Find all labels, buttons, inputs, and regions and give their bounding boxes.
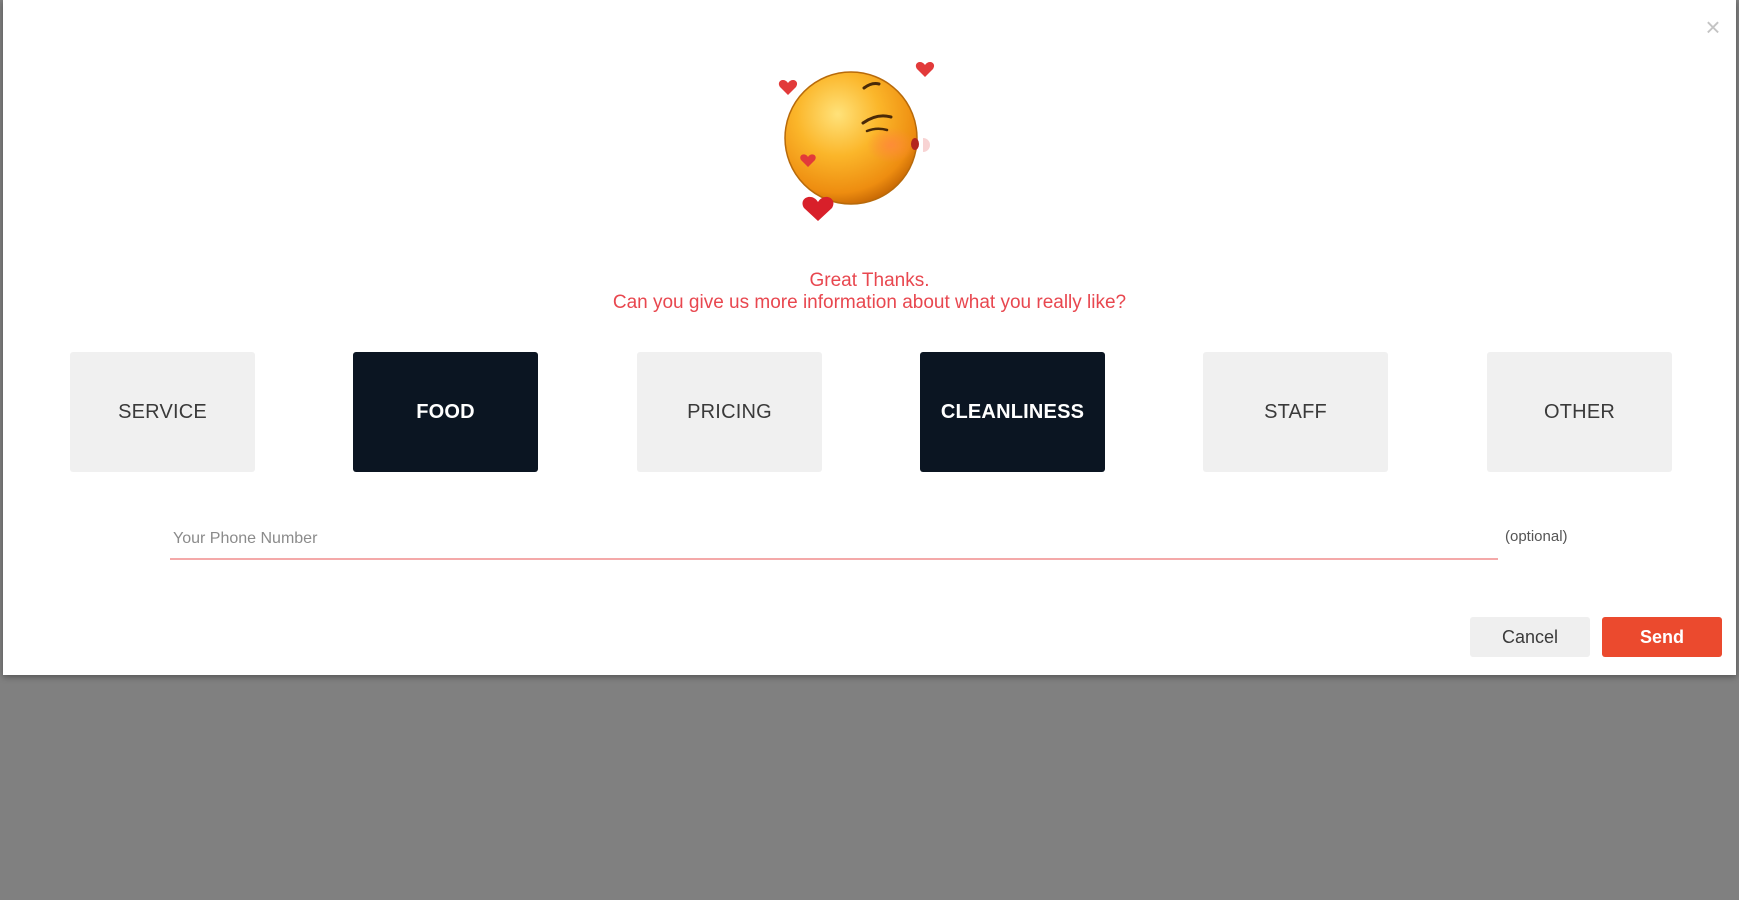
send-button[interactable]: Send xyxy=(1602,617,1722,657)
cancel-button[interactable]: Cancel xyxy=(1470,617,1590,657)
category-other[interactable]: OTHER xyxy=(1487,352,1672,472)
category-food[interactable]: FOOD xyxy=(353,352,538,472)
close-icon[interactable]: × xyxy=(1700,14,1726,40)
category-pricing[interactable]: PRICING xyxy=(637,352,822,472)
overlay-backdrop xyxy=(0,675,1739,900)
phone-number-input[interactable] xyxy=(170,520,1498,560)
headline-thanks: Great Thanks. xyxy=(809,270,930,291)
feedback-dialog: × Great Thanks. Can you give us more inf… xyxy=(3,0,1736,675)
category-staff[interactable]: STAFF xyxy=(1203,352,1388,472)
optional-label: (optional) xyxy=(1505,528,1568,545)
category-cleanliness[interactable]: CLEANLINESS xyxy=(920,352,1105,472)
headline-question: Can you give us more information about w… xyxy=(612,292,1127,313)
kissing-face-emoji-icon xyxy=(763,45,963,245)
category-service[interactable]: SERVICE xyxy=(70,352,255,472)
